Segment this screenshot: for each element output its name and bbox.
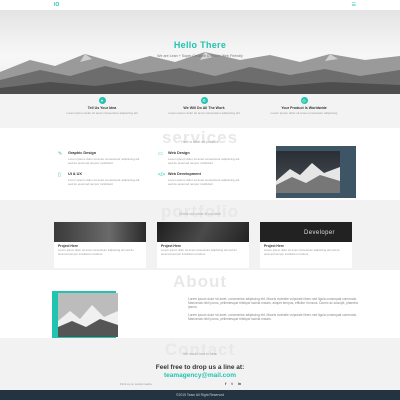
service-desc: Lorem ipsum dolor sit amet consectetur a…	[68, 178, 140, 186]
feature-work: ⚙ We Will Do All The Work Lorem ipsum do…	[166, 97, 242, 115]
monitor-icon: ▭	[158, 151, 163, 157]
service-title: Web Design	[168, 151, 190, 155]
footer: ©2015 Team All Right Reserved	[0, 390, 400, 400]
mountain-background	[0, 52, 400, 94]
portfolio-card[interactable]: Project Here Lorem ipsum dolor sit amet …	[54, 222, 146, 268]
social-links: f t in	[225, 381, 241, 386]
services-mountain-photo	[276, 151, 340, 193]
about-paragraph: Lorem ipsum dolor sit amet, consectetur …	[188, 312, 358, 321]
portfolio-card[interactable]: Developer Project Here Lorem ipsum dolor…	[260, 222, 352, 268]
portfolio-image: Developer	[260, 222, 352, 242]
feature-worldwide: ◎ Your Product Is Worldwide Lorem ipsum …	[266, 97, 342, 115]
contact-subtitle: We would love to hear	[183, 352, 217, 356]
logo[interactable]: IO	[54, 2, 59, 8]
service-desc: Lorem ipsum dolor sit amet consectetur a…	[68, 157, 140, 165]
about-heading: About	[172, 272, 228, 291]
hero-subtitle: We are Lean + Super Creative & Mobile We…	[157, 54, 243, 58]
services-photo-frame	[276, 146, 356, 198]
service-desc: Lorem ipsum dolor sit amet consectetur a…	[168, 157, 240, 165]
portfolio-image	[54, 222, 146, 242]
portfolio-desc: Lorem ipsum dolor sit amet consectetur a…	[161, 248, 237, 256]
services-heading: services	[161, 128, 239, 147]
contact-heading: Contact	[164, 340, 236, 359]
portfolio-image-caption: Developer	[304, 230, 335, 236]
pencil-icon: ✎	[58, 151, 63, 157]
feature-title: Tell Us Your Idea	[87, 106, 117, 110]
gear-icon: ⚙	[200, 97, 208, 104]
service-title: UI & UX	[68, 172, 82, 176]
contact-email-link[interactable]: teamagency@mail.com	[0, 372, 400, 379]
portfolio-subtitle: Check out some of our work	[178, 212, 222, 216]
about-paragraph: Lorem ipsum dolor sit amet, consectetur …	[188, 297, 358, 310]
feature-desc: Lorem ipsum dolor sit amet consectetur a…	[66, 111, 138, 115]
twitter-icon[interactable]: t	[231, 381, 232, 386]
portfolio-card[interactable]: Project Here Lorem ipsum dolor sit amet …	[157, 222, 249, 268]
heart-icon: ♥	[98, 97, 106, 104]
service-title: Web Development	[168, 172, 201, 176]
feature-title: Your Product Is Worldwide	[281, 106, 327, 110]
service-desc: Lorem ipsum dolor sit amet consectetur a…	[168, 178, 240, 186]
feature-title: We Will Do All The Work	[183, 106, 225, 110]
linkedin-icon[interactable]: in	[238, 381, 242, 386]
code-icon: </>	[158, 172, 166, 178]
feature-idea: ♥ Tell Us Your Idea Lorem ipsum dolor si…	[64, 97, 140, 115]
feature-desc: Lorem ipsum dolor sit amet consectetur a…	[168, 111, 240, 115]
menu-icon[interactable]: ☰	[352, 2, 356, 8]
service-title: Graphic Design	[68, 151, 97, 155]
mobile-icon: ▯	[58, 172, 61, 178]
about-mountain-photo	[58, 293, 118, 337]
services-subtitle: Here is what we produce	[181, 140, 219, 144]
feature-desc: Lorem ipsum dolor sit amet consectetur a…	[270, 111, 338, 115]
hero-title: Hello There	[173, 40, 227, 50]
globe-icon: ◎	[300, 97, 308, 104]
contact-cta: Feel free to drop us a line at:	[155, 364, 245, 371]
portfolio-section: portfolio Check out some of our work Pro…	[0, 200, 400, 270]
portfolio-desc: Lorem ipsum dolor sit amet consectetur a…	[264, 248, 340, 256]
navbar: IO ☰	[0, 0, 400, 10]
features-section: ♥ Tell Us Your Idea Lorem ipsum dolor si…	[0, 94, 400, 128]
social-label: Find us on social media	[120, 382, 152, 386]
about-text: Lorem ipsum dolor sit amet, consectetur …	[188, 297, 360, 321]
portfolio-image	[157, 222, 249, 242]
portfolio-desc: Lorem ipsum dolor sit amet consectetur a…	[58, 248, 134, 256]
hero-section: Hello There We are Lean + Super Creative…	[0, 10, 400, 94]
contact-section: Contact We would love to hear Feel free …	[0, 338, 400, 390]
facebook-icon[interactable]: f	[225, 381, 226, 386]
